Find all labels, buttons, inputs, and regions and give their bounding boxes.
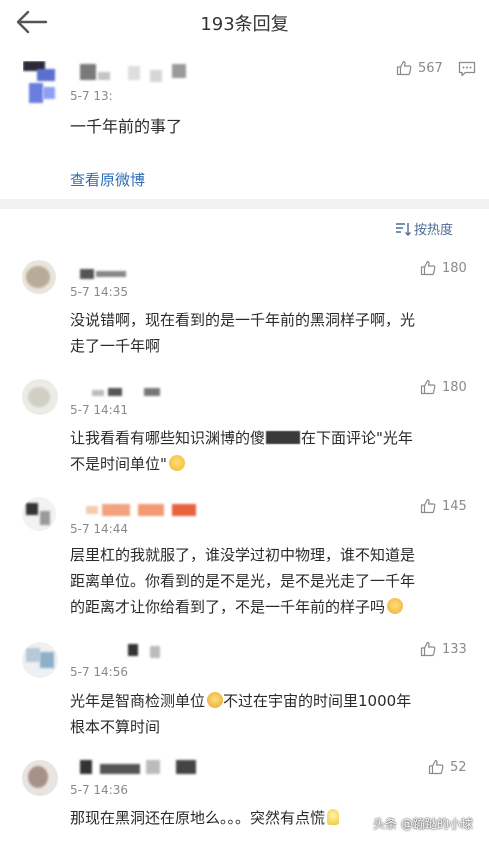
thumbs-up-icon — [420, 260, 436, 276]
username-redacted[interactable] — [128, 644, 168, 658]
comment-time: 5-7 14:36 — [70, 783, 128, 797]
main-comment: 5-7 13: 567 一千年前的事了 查看原微博 — [0, 44, 489, 199]
comment-line: 走了一千年啊 — [70, 337, 161, 355]
like-button[interactable]: 180 — [420, 377, 467, 397]
page-title: 193条回复 — [200, 14, 289, 35]
like-button[interactable]: 180 — [420, 258, 467, 278]
comment-time: 5-7 14:44 — [70, 522, 128, 536]
laugh-cry-emoji-icon — [168, 455, 185, 471]
comment-line: 的距离才让你给看到了，不是一千年前的样子吗 — [70, 594, 415, 620]
thumbs-up-icon — [420, 641, 436, 657]
view-original-link[interactable]: 查看原微博 — [70, 169, 145, 190]
thumbs-up-icon — [396, 60, 412, 76]
comment-text: 让我看看有哪些知识渊博的傻 在下面评论"光年 不是时间单位" — [70, 425, 413, 477]
comment-time: 5-7 14:41 — [70, 403, 128, 417]
reply-item: 180 5-7 14:41 让我看看有哪些知识渊博的傻 在下面评论"光年 不是时间… — [0, 367, 489, 487]
comment-text: 没说错啊，现在看到的是一千年前的黑洞样子啊，光 走了一千年啊 — [70, 307, 415, 359]
comment-text-part: 不是时间单位" — [70, 455, 167, 473]
watermark: 头条 @蹦跶的小球 — [373, 817, 473, 831]
username-redacted[interactable] — [86, 504, 206, 516]
comment-line: 层里杠的我就服了，谁没学过初中物理，谁不知道是 — [70, 546, 416, 564]
smirk-emoji-icon — [387, 598, 404, 614]
thumbs-up-icon — [420, 379, 436, 395]
like-count: 567 — [418, 60, 443, 76]
comment-text: 那现在黑洞还在原地么。。。突然有点慌 — [70, 805, 340, 831]
like-button[interactable]: 145 — [420, 496, 467, 516]
redaction-block — [266, 431, 301, 444]
like-button[interactable]: 52 — [428, 757, 467, 777]
comment-text-part: 让我看看有哪些知识渊博的傻 — [70, 429, 266, 447]
avatar[interactable] — [22, 642, 58, 678]
like-count: 52 — [450, 759, 467, 775]
like-button[interactable]: 567 — [396, 58, 443, 78]
comment-line: 让我看看有哪些知识渊博的傻 在下面评论"光年 — [70, 425, 413, 451]
thumbs-up-icon — [420, 498, 436, 514]
comment-line: 没说错啊，现在看到的是一千年前的黑洞样子啊，光 — [70, 311, 416, 329]
comment-text-part: 那现在黑洞还在原地么。。。突然有点慌 — [70, 809, 326, 827]
sort-by-hot-button[interactable]: 按热度 — [395, 219, 453, 238]
comment-icon[interactable] — [458, 61, 476, 77]
reply-item: 180 5-7 14:35 没说错啊，现在看到的是一千年前的黑洞样子啊，光 走了… — [0, 249, 489, 368]
header-bar: 193条回复 — [0, 0, 489, 44]
username-redacted[interactable] — [80, 760, 200, 774]
sort-bar: 按热度 — [0, 209, 489, 250]
avatar[interactable] — [23, 61, 63, 105]
comment-line: 不是时间单位" — [70, 451, 413, 477]
comment-line: 根本不算时间 — [70, 718, 161, 736]
comment-text: 一千年前的事了 — [70, 117, 183, 136]
comment-text: 层里杠的我就服了，谁没学过初中物理，谁不知道是 距离单位。你看到的是不是光，是不… — [70, 542, 415, 620]
comment-line: 光年是智商检测单位 不过在宇宙的时间里1000年 — [70, 688, 411, 714]
thumbs-up-icon — [428, 759, 444, 775]
sort-label: 按热度 — [413, 223, 453, 238]
username-redacted[interactable] — [80, 62, 190, 84]
avatar[interactable] — [22, 260, 56, 294]
section-divider — [0, 199, 489, 209]
username-redacted[interactable] — [80, 269, 130, 279]
comment-line: 距离单位。你看到的是不是光，是不是光走了一千年 — [70, 572, 416, 590]
comment-time: 5-7 13: — [70, 89, 113, 103]
lightbulb-emoji-icon — [327, 809, 340, 825]
sort-icon — [395, 222, 411, 236]
reply-item: 133 5-7 14:56 光年是智商检测单位 不过在宇宙的时间里1000年 根本… — [0, 632, 489, 749]
comment-text: 光年是智商检测单位 不过在宇宙的时间里1000年 根本不算时间 — [70, 688, 411, 740]
comment-text-part: 在下面评论"光年 — [301, 429, 413, 447]
reply-item: 145 5-7 14:44 层里杠的我就服了，谁没学过初中物理，谁不知道是 距离… — [0, 486, 489, 633]
like-button[interactable]: 133 — [420, 639, 467, 659]
avatar[interactable] — [22, 379, 58, 415]
avatar[interactable] — [22, 497, 56, 531]
like-count: 180 — [442, 260, 467, 276]
comment-time: 5-7 14:35 — [70, 285, 128, 299]
avatar[interactable] — [22, 760, 58, 796]
comment-text-part: 不过在宇宙的时间里1000年 — [223, 692, 412, 710]
like-count: 133 — [442, 641, 467, 657]
username-redacted[interactable] — [92, 386, 182, 398]
comment-text-part: 的距离才让你给看到了，不是一千年前的样子吗 — [70, 598, 386, 616]
like-count: 180 — [442, 379, 467, 395]
like-count: 145 — [442, 498, 467, 514]
comment-text-part: 光年是智商检测单位 — [70, 692, 206, 710]
comment-time: 5-7 14:56 — [70, 665, 128, 679]
comment-line: 那现在黑洞还在原地么。。。突然有点慌 — [70, 805, 340, 831]
grin-emoji-icon — [207, 692, 224, 708]
